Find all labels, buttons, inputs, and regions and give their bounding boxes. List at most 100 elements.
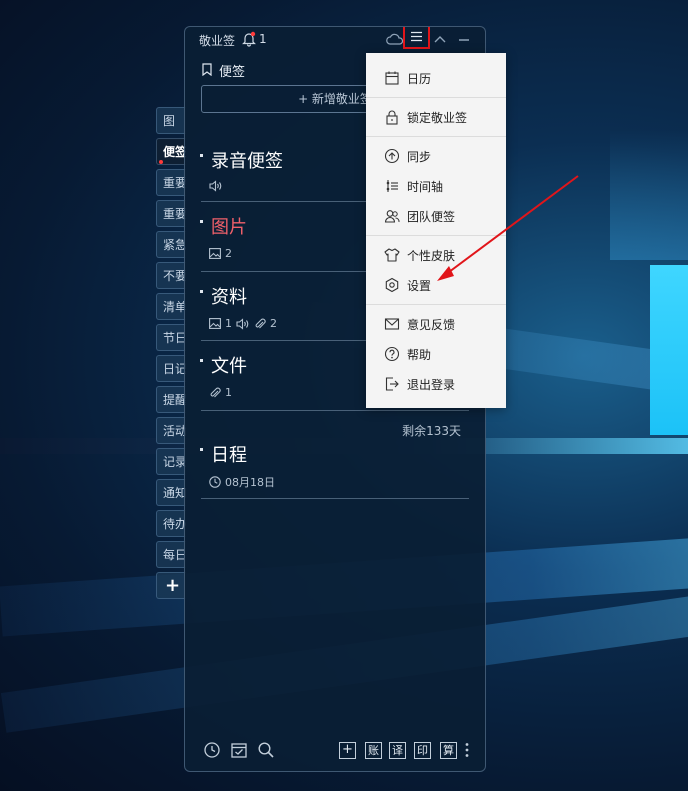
account-button[interactable]: 账 — [365, 742, 382, 759]
chevron-up-icon[interactable] — [431, 31, 449, 49]
clock-icon[interactable] — [203, 741, 221, 759]
tab-label: 便签 — [163, 145, 186, 159]
menu-item-sync[interactable]: 同步 — [366, 142, 506, 170]
bookmark-icon — [202, 63, 212, 76]
menu-item-calendar[interactable]: 日历 — [366, 64, 506, 92]
tab-label: 每日 — [163, 548, 186, 562]
menu-item-skin[interactable]: 个性皮肤 — [366, 241, 506, 269]
tab-label: 不要 — [163, 269, 186, 283]
menu-item-label: 锁定敬业签 — [407, 111, 468, 125]
menu-button[interactable] — [403, 27, 430, 49]
title-bar: 敬业签 1 — [185, 27, 485, 53]
paperclip-icon — [255, 318, 266, 328]
category-tabs: 图 便签 重要 重要 紧急 不要 清单 节日 日记 提醒 活动 记录 通知 待办… — [156, 107, 186, 603]
print-button[interactable]: 印 — [414, 742, 431, 759]
menu-divider — [366, 97, 506, 98]
menu-item-label: 设置 — [407, 279, 432, 293]
tab-label: 清单 — [163, 300, 186, 314]
tab-important-2[interactable]: 重要 — [156, 200, 186, 227]
add-button[interactable]: + — [339, 742, 356, 759]
tab-record[interactable]: 记录 — [156, 448, 186, 475]
bell-icon[interactable] — [242, 31, 256, 47]
note-bullet — [200, 448, 203, 451]
unread-dot — [159, 160, 163, 164]
note-title: 资料 — [211, 287, 247, 308]
note-bullet — [200, 154, 203, 157]
tab-label: 重要 — [163, 207, 186, 221]
clock-icon — [209, 476, 221, 488]
calendar-check-icon[interactable] — [230, 741, 248, 759]
menu-item-settings[interactable]: 设置 — [366, 271, 506, 299]
menu-item-label: 日历 — [407, 72, 432, 86]
add-tab-button[interactable]: + — [156, 572, 186, 599]
cloud-sync-icon[interactable] — [386, 31, 404, 49]
menu-item-logout[interactable]: 退出登录 — [366, 370, 506, 398]
hamburger-icon — [411, 31, 422, 42]
mail-icon — [384, 318, 400, 330]
tab-label: 待办 — [163, 517, 186, 531]
tab-activity[interactable]: 活动 — [156, 417, 186, 444]
tab-notes[interactable]: 便签 — [156, 138, 186, 165]
wallpaper-light-panel — [650, 265, 688, 435]
image-count: 1 — [225, 317, 232, 330]
tab-holiday[interactable]: 节日 — [156, 324, 186, 351]
timeline-icon — [386, 180, 398, 192]
attachment-count: 2 — [270, 317, 277, 330]
tab-reminder[interactable]: 提醒 — [156, 386, 186, 413]
tab-daily[interactable]: 每日 — [156, 541, 186, 568]
bottom-toolbar: + 账 译 印 算 — [185, 729, 485, 771]
note-item[interactable]: 日程 08月18日 — [200, 441, 469, 499]
calculate-button[interactable]: 算 — [440, 742, 457, 759]
tab-not-important[interactable]: 不要 — [156, 262, 186, 289]
note-bullet — [200, 290, 203, 293]
tab-label: 紧急 — [163, 238, 186, 252]
tab-diary[interactable]: 日记 — [156, 355, 186, 382]
note-bullet — [200, 220, 203, 223]
tab-checklist[interactable]: 清单 — [156, 293, 186, 320]
notification-count: 1 — [259, 32, 267, 46]
menu-item-label: 时间轴 — [407, 180, 444, 194]
menu-item-timeline[interactable]: 时间轴 — [366, 172, 506, 200]
paperclip-icon — [210, 387, 221, 397]
menu-item-lock[interactable]: 锁定敬业签 — [366, 103, 506, 131]
menu-item-label: 意见反馈 — [407, 318, 456, 332]
calendar-icon — [385, 71, 399, 85]
menu-divider — [366, 235, 506, 236]
menu-item-feedback[interactable]: 意见反馈 — [366, 310, 506, 338]
menu-item-label: 同步 — [407, 150, 432, 164]
menu-item-team-notes[interactable]: 团队便签 — [366, 202, 506, 230]
translate-button[interactable]: 译 — [389, 742, 406, 759]
more-vertical-icon[interactable] — [463, 741, 471, 759]
wallpaper-glow — [610, 130, 688, 260]
menu-item-label: 个性皮肤 — [407, 249, 456, 263]
tab-label: 活动 — [163, 424, 186, 438]
note-title: 录音便签 — [211, 151, 283, 172]
audio-icon — [236, 317, 249, 330]
main-dropdown-menu: 日历 锁定敬业签 同步 时间轴 团队便签 个性皮肤 设置 意见反馈 帮助 退出登… — [366, 53, 506, 408]
image-icon — [209, 318, 221, 329]
tab-label: 记录 — [163, 455, 186, 469]
tab-label: 日记 — [163, 362, 186, 376]
menu-item-label: 帮助 — [407, 348, 432, 362]
audio-icon — [209, 180, 222, 192]
tab-todo[interactable]: 待办 — [156, 510, 186, 537]
tab-image[interactable]: 图 — [156, 107, 186, 134]
app-title: 敬业签 — [199, 34, 236, 48]
tab-important-1[interactable]: 重要 — [156, 169, 186, 196]
tab-label: 提醒 — [163, 393, 186, 407]
note-meta: 1 — [209, 386, 232, 399]
tab-label: 图 — [163, 114, 176, 128]
shirt-icon — [384, 248, 400, 262]
tab-label: 通知 — [163, 486, 186, 500]
settings-hexagon-icon — [385, 277, 399, 293]
tab-urgent[interactable]: 紧急 — [156, 231, 186, 258]
tab-label: 节日 — [163, 331, 186, 345]
note-meta: 08月18日 — [209, 474, 275, 490]
menu-item-help[interactable]: 帮助 — [366, 340, 506, 368]
tab-notice[interactable]: 通知 — [156, 479, 186, 506]
note-bullet — [200, 359, 203, 362]
minimize-icon[interactable] — [455, 31, 473, 49]
attachment-count: 1 — [225, 386, 232, 399]
search-icon[interactable] — [257, 741, 275, 759]
menu-divider — [366, 304, 506, 305]
